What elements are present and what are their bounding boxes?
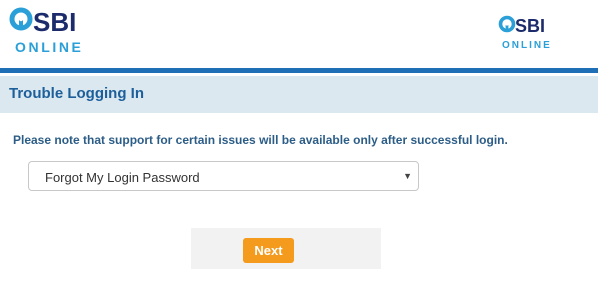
page-header: SBI ONLINE SBI ONLINE bbox=[0, 0, 598, 68]
logo-brand-text: SBI bbox=[515, 16, 545, 36]
logo-sub-text: ONLINE bbox=[15, 39, 84, 54]
dropdown-caret-icon: ▼ bbox=[403, 171, 412, 181]
logo-sub-text: ONLINE bbox=[502, 40, 552, 51]
next-button[interactable]: Next bbox=[243, 238, 294, 263]
issue-select[interactable]: Forgot My Login Password ▼ bbox=[28, 161, 419, 191]
page-title: Trouble Logging In bbox=[9, 85, 144, 102]
section-header: Trouble Logging In bbox=[0, 76, 598, 113]
header-divider bbox=[0, 68, 598, 73]
button-panel: Next bbox=[191, 228, 381, 269]
logo-brand-text: SBI bbox=[33, 7, 76, 37]
login-support-notice: Please note that support for certain iss… bbox=[13, 133, 508, 147]
sbi-online-logo[interactable]: SBI ONLINE bbox=[8, 6, 108, 54]
issue-select-value: Forgot My Login Password bbox=[45, 170, 200, 185]
sbi-online-logo-small[interactable]: SBI ONLINE bbox=[498, 14, 564, 52]
